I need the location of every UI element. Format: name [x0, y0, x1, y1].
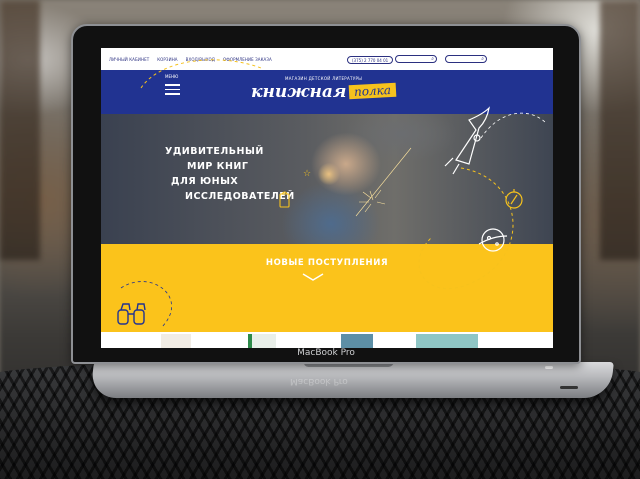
planet-icon: [478, 228, 508, 252]
lantern-icon: [279, 191, 290, 208]
binoculars-icon: [117, 303, 146, 325]
rocket-icon: [444, 106, 490, 175]
sparkler: [355, 147, 412, 217]
compass-icon: [505, 189, 523, 209]
background-post-right: [600, 0, 640, 260]
laptop-base: [90, 362, 614, 398]
laptop-label-reflection: MacBook Pro: [290, 376, 348, 386]
svg-text:☆: ☆: [303, 169, 311, 179]
star-icon: ☆: [303, 169, 311, 179]
background-post-left: [0, 0, 40, 260]
doodle-overlay: ☆: [117, 59, 547, 329]
laptop-brand-label: MacBook Pro: [297, 348, 355, 358]
sleep-indicator: [545, 366, 553, 369]
laptop-lid: Личный кабинет Корзина Вход/Выход Оформл…: [71, 24, 581, 364]
laptop-port: [560, 386, 578, 389]
laptop-screen: Личный кабинет Корзина Вход/Выход Оформл…: [101, 48, 553, 348]
